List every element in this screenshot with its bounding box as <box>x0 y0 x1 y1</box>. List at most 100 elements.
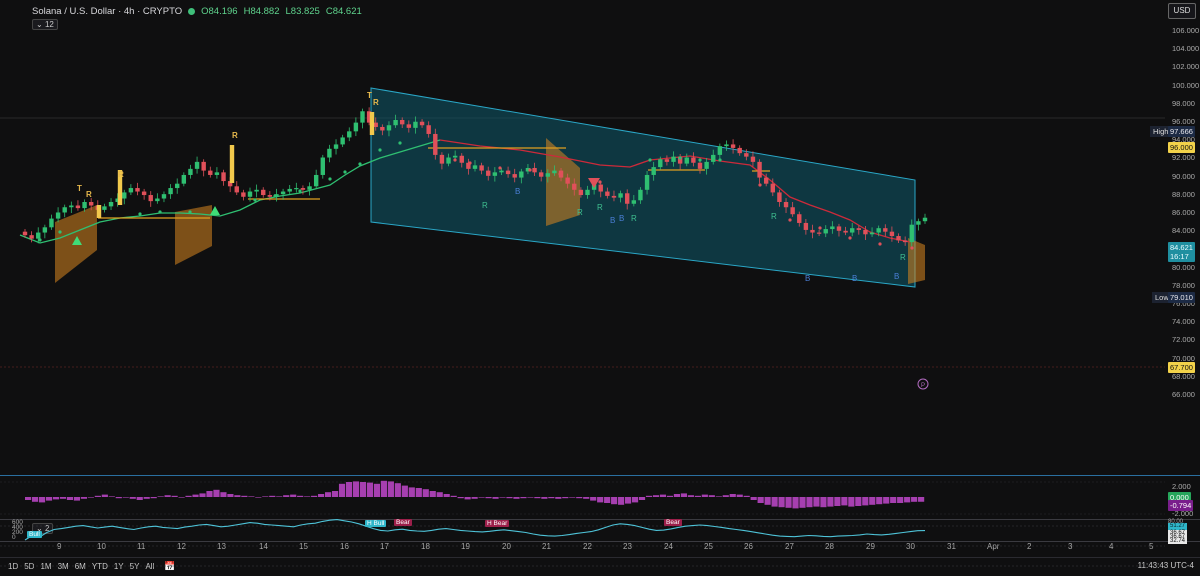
symbol-title[interactable]: Solana / U.S. Dollar · 4h · CRYPTO <box>32 6 182 17</box>
candle-body[interactable] <box>267 195 273 197</box>
candle-body[interactable] <box>750 156 756 162</box>
candle-body[interactable] <box>194 161 200 169</box>
candle-body[interactable] <box>459 155 464 163</box>
candle-body[interactable] <box>869 232 875 235</box>
candle-body[interactable] <box>651 167 656 175</box>
candle-body[interactable] <box>141 191 147 196</box>
candle-body[interactable] <box>644 174 650 190</box>
candle-body[interactable] <box>552 170 557 174</box>
candle-body[interactable] <box>830 226 835 230</box>
candle-body[interactable] <box>400 119 405 125</box>
candle-body[interactable] <box>360 111 365 123</box>
candle-body[interactable] <box>320 157 325 175</box>
candle-body[interactable] <box>486 170 491 176</box>
candle-body[interactable] <box>433 133 438 155</box>
candle-body[interactable] <box>313 174 319 187</box>
candle-body[interactable] <box>287 188 292 192</box>
candle-body[interactable] <box>406 124 412 128</box>
candle-body[interactable] <box>618 193 623 198</box>
candle-body[interactable] <box>161 194 167 199</box>
candle-body[interactable] <box>347 131 352 138</box>
candle-body[interactable] <box>128 188 134 193</box>
candle-body[interactable] <box>909 224 914 243</box>
candle-body[interactable] <box>386 125 392 131</box>
candle-body[interactable] <box>155 198 160 202</box>
candle-body[interactable] <box>737 147 742 154</box>
candle-body[interactable] <box>201 161 206 171</box>
candle-body[interactable] <box>797 214 802 223</box>
candle-body[interactable] <box>452 155 458 158</box>
candle-body[interactable] <box>55 212 61 219</box>
candle-body[interactable] <box>333 144 339 149</box>
candle-body[interactable] <box>300 188 306 190</box>
candle-body[interactable] <box>730 144 736 148</box>
candle-body[interactable] <box>565 177 570 184</box>
candle-body[interactable] <box>585 189 590 196</box>
candle-body[interactable] <box>856 228 862 230</box>
candle-body[interactable] <box>850 228 855 233</box>
indicators-toggle[interactable]: ⌄ 12 <box>32 19 58 30</box>
candle-body[interactable] <box>519 171 524 178</box>
candle-body[interactable] <box>472 165 478 169</box>
candle-body[interactable] <box>810 229 815 233</box>
candle-body[interactable] <box>294 188 299 190</box>
candle-body[interactable] <box>704 161 709 169</box>
candle-body[interactable] <box>572 183 577 190</box>
candle-body[interactable] <box>214 172 220 175</box>
candle-body[interactable] <box>446 157 451 164</box>
candle-body[interactable] <box>393 119 398 126</box>
candle-body[interactable] <box>512 174 517 178</box>
candle-body[interactable] <box>578 189 584 196</box>
candle-body[interactable] <box>538 172 544 177</box>
candle-body[interactable] <box>82 202 87 209</box>
candle-body[interactable] <box>280 191 286 195</box>
candle-body[interactable] <box>843 230 848 233</box>
candle-body[interactable] <box>638 189 643 201</box>
candle-body[interactable] <box>770 183 775 193</box>
candle-body[interactable] <box>22 231 28 236</box>
candle-body[interactable] <box>684 157 689 164</box>
candle-body[interactable] <box>36 232 41 239</box>
candle-body[interactable] <box>168 188 173 195</box>
candle-body[interactable] <box>816 232 822 234</box>
candle-body[interactable] <box>307 186 312 190</box>
candle-body[interactable] <box>208 170 213 175</box>
candle-body[interactable] <box>122 192 127 199</box>
candle-body[interactable] <box>254 189 259 192</box>
signal-candle[interactable] <box>229 145 235 183</box>
candle-body[interactable] <box>664 159 670 162</box>
candle-body[interactable] <box>69 205 74 208</box>
candle-body[interactable] <box>380 126 385 131</box>
candle-body[interactable] <box>717 146 723 155</box>
candle-body[interactable] <box>247 191 253 197</box>
candle-body[interactable] <box>916 221 921 225</box>
candle-body[interactable] <box>724 144 729 147</box>
candle-body[interactable] <box>175 183 180 189</box>
candle-body[interactable] <box>823 229 828 234</box>
candle-body[interactable] <box>148 195 153 202</box>
candle-body[interactable] <box>783 202 789 208</box>
candle-body[interactable] <box>327 148 332 158</box>
candle-body[interactable] <box>763 177 769 184</box>
candle-body[interactable] <box>181 174 187 184</box>
candle-body[interactable] <box>439 154 445 164</box>
candle-body[interactable] <box>836 226 842 231</box>
candle-body[interactable] <box>49 218 54 228</box>
candle-body[interactable] <box>744 153 749 157</box>
candle-body[interactable] <box>658 159 663 168</box>
candle-body[interactable] <box>75 205 81 209</box>
candle-body[interactable] <box>492 172 498 176</box>
candle-body[interactable] <box>426 125 431 134</box>
candle-body[interactable] <box>102 206 107 210</box>
candle-body[interactable] <box>88 202 94 206</box>
candle-body[interactable] <box>598 184 603 192</box>
candle-body[interactable] <box>671 156 676 162</box>
candle-body[interactable] <box>188 168 193 175</box>
candle-body[interactable] <box>419 121 425 126</box>
candle-body[interactable] <box>62 207 67 213</box>
candle-body[interactable] <box>234 186 239 193</box>
candle-body[interactable] <box>889 231 895 237</box>
candle-body[interactable] <box>545 173 550 177</box>
candle-body[interactable] <box>883 228 888 232</box>
signal-candle[interactable] <box>96 205 102 218</box>
